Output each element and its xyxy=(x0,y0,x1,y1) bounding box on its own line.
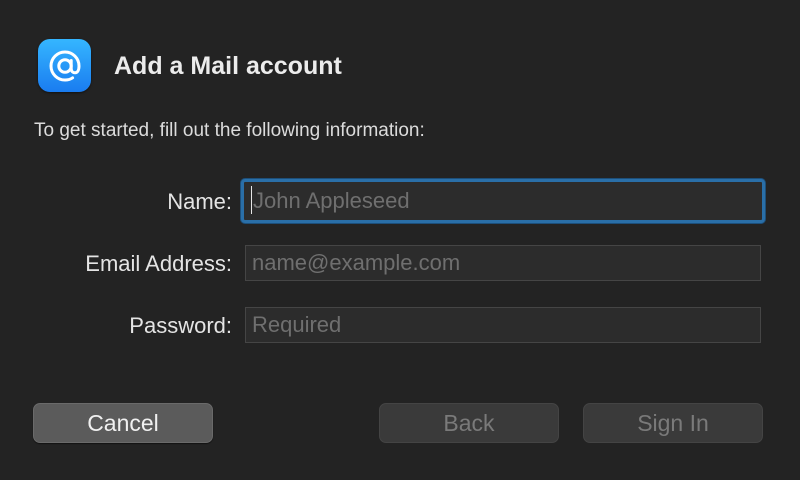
sign-in-button[interactable]: Sign In xyxy=(583,403,763,443)
intro-text: To get started, fill out the following i… xyxy=(34,120,425,141)
name-row: Name: xyxy=(0,179,800,223)
back-button[interactable]: Back xyxy=(379,403,559,443)
email-field[interactable] xyxy=(245,245,761,281)
password-row: Password: xyxy=(0,306,800,346)
name-field[interactable] xyxy=(241,179,765,223)
dialog-title: Add a Mail account xyxy=(114,52,342,80)
password-field[interactable] xyxy=(245,307,761,343)
add-mail-account-dialog: Add a Mail account To get started, fill … xyxy=(0,0,800,480)
password-label: Password: xyxy=(129,313,232,338)
email-label: Email Address: xyxy=(85,251,232,276)
cancel-button[interactable]: Cancel xyxy=(33,403,213,443)
name-label: Name: xyxy=(167,189,232,214)
at-sign-icon xyxy=(38,39,91,92)
email-row: Email Address: xyxy=(0,244,800,284)
text-caret xyxy=(251,186,252,214)
